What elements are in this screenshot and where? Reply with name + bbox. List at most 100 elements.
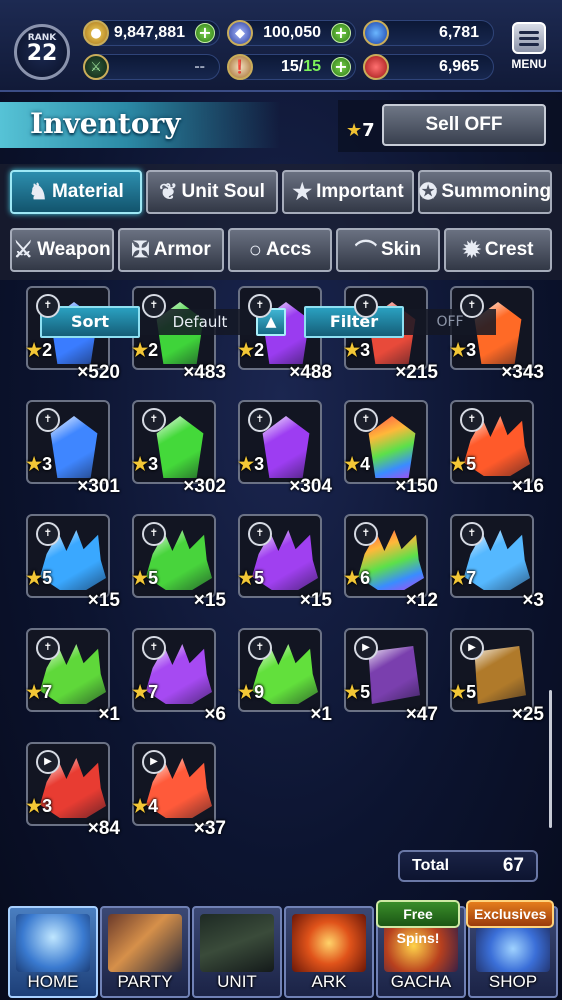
item-quantity: ×16 bbox=[511, 476, 544, 497]
filter-value[interactable]: OFF bbox=[404, 309, 496, 335]
inventory-item[interactable]: ✝ ★5 ×15 bbox=[234, 512, 332, 616]
item-rarity: ★3 bbox=[238, 454, 264, 475]
crystal-value: 100,050 bbox=[263, 24, 321, 41]
item-rarity: ★7 bbox=[26, 682, 52, 703]
inventory-item[interactable]: ▶ ★3 ×84 bbox=[22, 740, 120, 844]
menu-label: MENU bbox=[511, 57, 547, 71]
inventory-item[interactable]: ▶ ★4 ×37 bbox=[128, 740, 226, 844]
star-icon: ★ bbox=[132, 682, 149, 702]
add-crystal-button[interactable]: + bbox=[331, 23, 351, 43]
awaken-tag-icon: ✝ bbox=[354, 294, 378, 318]
item-rarity: ★2 bbox=[26, 340, 52, 361]
nav-party[interactable]: PARTY bbox=[100, 906, 190, 998]
item-quantity: ×3 bbox=[522, 590, 544, 611]
star-icon: ★ bbox=[450, 454, 467, 474]
item-rarity-value: 5 bbox=[254, 568, 265, 588]
item-rarity: ★5 bbox=[132, 568, 158, 589]
nav-shop-label: SHOP bbox=[488, 972, 538, 991]
tab-armor-label: Armor bbox=[153, 239, 211, 260]
rank-badge[interactable]: RANK 22 bbox=[14, 24, 70, 80]
tab-unit-soul[interactable]: ❦ Unit Soul bbox=[146, 170, 278, 214]
equipment-tabs: ⚔ Weapon ✠ Armor ○ Accs ⌒ Skin ✹ Crest bbox=[0, 222, 562, 280]
free-spins-badge[interactable]: Free Spins! bbox=[376, 900, 460, 946]
item-quantity: ×47 bbox=[405, 704, 438, 725]
tab-crest[interactable]: ✹ Crest bbox=[444, 228, 552, 272]
tab-material[interactable]: ♞ Material bbox=[10, 170, 142, 214]
red-orb-icon bbox=[363, 54, 389, 80]
inventory-item[interactable]: ✝ ★4 ×150 bbox=[340, 398, 438, 502]
status-bar: RANK 22 ● 9,847,881 + ◆ 100,050 + 6,781 … bbox=[0, 0, 562, 92]
tab-accs-label: Accs bbox=[265, 239, 312, 260]
item-rarity-value: 9 bbox=[254, 682, 265, 702]
sell-toggle-button[interactable]: Sell OFF bbox=[382, 104, 546, 146]
star-icon: ★ bbox=[26, 796, 43, 816]
awaken-tag-icon: ✝ bbox=[142, 636, 166, 660]
tab-unit-soul-label: Unit Soul bbox=[181, 181, 265, 202]
item-rarity-value: 3 bbox=[254, 454, 265, 474]
item-rarity: ★2 bbox=[132, 340, 158, 361]
inventory-item[interactable]: ▶ ★5 ×47 bbox=[340, 626, 438, 730]
item-rarity: ★3 bbox=[26, 454, 52, 475]
exclusives-badge[interactable]: Exclusives bbox=[466, 900, 554, 928]
add-gold-button[interactable]: + bbox=[195, 23, 215, 43]
tab-summoning[interactable]: ✪ Summoning bbox=[418, 170, 552, 214]
blue-orb-icon bbox=[363, 20, 389, 46]
stamina-current: 15 bbox=[280, 58, 299, 75]
item-rarity-value: 7 bbox=[42, 682, 53, 702]
inventory-item[interactable]: ✝ ★3 ×301 bbox=[22, 398, 120, 502]
item-rarity: ★3 bbox=[26, 796, 52, 817]
item-rarity: ★3 bbox=[132, 454, 158, 475]
inventory-item[interactable]: ✝ ★7 ×6 bbox=[128, 626, 226, 730]
guild-icon: ⚔ bbox=[83, 54, 109, 80]
tab-skin[interactable]: ⌒ Skin bbox=[336, 228, 440, 272]
nav-unit[interactable]: UNIT bbox=[192, 906, 282, 998]
inventory-item[interactable]: ▶ ★5 ×25 bbox=[446, 626, 544, 730]
filter-button[interactable]: Filter bbox=[304, 306, 404, 338]
inventory-item[interactable]: ✝ ★9 ×1 bbox=[234, 626, 332, 730]
star-icon: ★ bbox=[344, 682, 361, 702]
tab-armor[interactable]: ✠ Armor bbox=[118, 228, 224, 272]
tab-weapon-label: Weapon bbox=[37, 239, 111, 260]
item-quantity: ×483 bbox=[183, 362, 226, 383]
menu-button[interactable]: MENU bbox=[506, 22, 552, 78]
crystal-counter: ◆ 100,050 + bbox=[227, 20, 356, 46]
awaken-tag-icon: ✝ bbox=[248, 408, 272, 432]
item-rarity-value: 6 bbox=[360, 568, 371, 588]
inventory-item[interactable]: ✝ ★5 ×15 bbox=[128, 512, 226, 616]
inventory-item[interactable]: ✝ ★3 ×304 bbox=[234, 398, 332, 502]
gold-coin-icon: ● bbox=[83, 20, 109, 46]
add-stamina-button[interactable]: + bbox=[331, 57, 351, 77]
inventory-item[interactable]: ✝ ★5 ×15 bbox=[22, 512, 120, 616]
star-icon: ★ bbox=[344, 568, 361, 588]
tab-accs[interactable]: ○ Accs bbox=[228, 228, 332, 272]
skill-tag-icon: ▶ bbox=[142, 750, 166, 774]
item-rarity: ★6 bbox=[344, 568, 370, 589]
item-quantity: ×15 bbox=[299, 590, 332, 611]
item-rarity: ★9 bbox=[238, 682, 264, 703]
triangle-up-icon: ▲ bbox=[265, 314, 277, 330]
nav-ark[interactable]: ARK bbox=[284, 906, 374, 998]
material-bag-icon: ♞ bbox=[28, 179, 48, 204]
nav-home[interactable]: HOME bbox=[8, 906, 98, 998]
inventory-item[interactable]: ✝ ★3 ×302 bbox=[128, 398, 226, 502]
star-icon: ★ bbox=[450, 568, 467, 588]
star-icon: ★ bbox=[344, 340, 361, 360]
item-rarity: ★2 bbox=[238, 340, 264, 361]
tab-weapon[interactable]: ⚔ Weapon bbox=[10, 228, 114, 272]
inventory-item[interactable]: ✝ ★5 ×16 bbox=[446, 398, 544, 502]
nav-gacha-label: GACHA bbox=[390, 972, 452, 991]
awaken-tag-icon: ✝ bbox=[460, 294, 484, 318]
inventory-item[interactable]: ✝ ★6 ×12 bbox=[340, 512, 438, 616]
awaken-tag-icon: ✝ bbox=[36, 636, 60, 660]
item-quantity: ×6 bbox=[204, 704, 226, 725]
inventory-item[interactable]: ✝ ★7 ×3 bbox=[446, 512, 544, 616]
red-orb-value: 6,965 bbox=[438, 58, 479, 75]
item-quantity: ×37 bbox=[193, 818, 226, 839]
item-quantity: ×25 bbox=[511, 704, 544, 725]
inventory-item[interactable]: ✝ ★7 ×1 bbox=[22, 626, 120, 730]
scrollbar[interactable] bbox=[549, 690, 552, 828]
item-quantity: ×15 bbox=[193, 590, 226, 611]
awaken-tag-icon: ✝ bbox=[248, 294, 272, 318]
tab-important[interactable]: ★ Important bbox=[282, 170, 414, 214]
item-quantity: ×1 bbox=[310, 704, 332, 725]
